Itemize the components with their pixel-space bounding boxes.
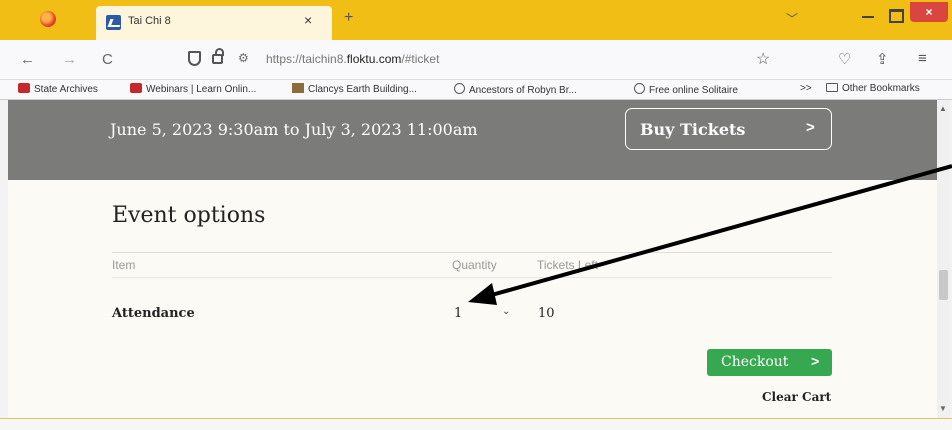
bookmark-star-icon[interactable]: ☆ (756, 49, 770, 69)
header-divider (112, 252, 832, 253)
site-favicon-icon (106, 15, 121, 30)
bookmarks-overflow-button[interactable]: >> (800, 83, 812, 94)
event-options-title: Event options (112, 203, 266, 228)
column-header-tickets-left: Tickets Left (537, 258, 598, 272)
globe-icon (634, 83, 645, 94)
bookmark-item[interactable]: Webinars | Learn Onlin... (130, 83, 256, 95)
tickets-left-value: 10 (538, 306, 555, 321)
event-date-range: June 5, 2023 9:30am to July 3, 2023 11:0… (110, 120, 478, 139)
window-close-button[interactable]: × (910, 2, 948, 22)
buy-tickets-label: Buy Tickets (640, 120, 746, 139)
page-scrollbar[interactable]: ▲ ▼ (937, 100, 950, 418)
checkout-button[interactable]: Checkout > (707, 349, 832, 376)
row-divider (112, 277, 832, 278)
ticket-item-name: Attendance (112, 306, 195, 321)
other-bookmarks[interactable]: Other Bookmarks (826, 83, 920, 94)
firefox-logo-icon[interactable] (40, 11, 56, 27)
forward-icon[interactable]: → (62, 51, 77, 68)
globe-icon (454, 83, 465, 94)
scroll-up-icon[interactable]: ▲ (939, 104, 947, 113)
url-text[interactable]: https://taichin8.floktu.com/#ticket (266, 52, 439, 66)
minimize-icon[interactable] (856, 6, 880, 22)
tab-title: Tai Chi 8 (128, 15, 171, 27)
scroll-thumb[interactable] (939, 270, 948, 300)
url-bar[interactable]: ⚙ https://taichin8.floktu.com/#ticket ☆ (170, 45, 792, 75)
new-tab-button[interactable]: + (344, 9, 353, 27)
tab-tai-chi[interactable]: Tai Chi 8 × (96, 6, 332, 40)
menu-icon[interactable]: ≡ (918, 50, 927, 67)
column-header-quantity: Quantity (452, 258, 497, 272)
navigation-bar: ← → C ⚙ https://taichin8.floktu.com/#tic… (0, 40, 952, 80)
lock-icon[interactable] (212, 48, 224, 64)
bookmark-item[interactable]: Free online Solitaire (634, 83, 738, 96)
chevron-right-icon: > (806, 119, 815, 136)
bookmark-item[interactable]: State Archives (18, 83, 98, 95)
tab-strip: Tai Chi 8 × + ﹀ × (0, 0, 952, 40)
nsw-logo-icon (18, 83, 30, 93)
tracking-shield-icon[interactable] (188, 51, 201, 66)
chevron-right-icon: > (811, 353, 820, 369)
column-header-item: Item (112, 258, 136, 272)
reload-icon[interactable]: C (102, 51, 113, 68)
pocket-icon[interactable]: ♡ (838, 50, 851, 68)
permissions-icon[interactable]: ⚙ (238, 51, 249, 65)
site-image-icon (292, 83, 304, 93)
nsw-logo-icon (130, 83, 142, 93)
folder-icon (826, 83, 838, 92)
buy-tickets-button[interactable]: Buy Tickets > (625, 108, 832, 150)
bookmarks-bar: State Archives Webinars | Learn Onlin...… (0, 80, 952, 100)
checkout-label: Checkout (721, 354, 789, 370)
page-content: June 5, 2023 9:30am to July 3, 2023 11:0… (8, 100, 937, 418)
back-icon[interactable]: ← (20, 51, 35, 68)
chevron-down-icon: ⌄ (502, 306, 511, 317)
scroll-down-icon[interactable]: ▼ (939, 404, 947, 413)
share-icon[interactable]: ⇪ (876, 50, 889, 68)
tab-close-icon[interactable]: × (304, 12, 312, 28)
clear-cart-link[interactable]: Clear Cart (762, 390, 831, 404)
event-hero-banner: June 5, 2023 9:30am to July 3, 2023 11:0… (8, 100, 937, 180)
maximize-icon[interactable] (884, 6, 906, 23)
bookmark-item[interactable]: Clancys Earth Building... (292, 83, 417, 95)
list-tabs-chevron-icon[interactable]: ﹀ (786, 10, 798, 27)
bottom-strip (0, 418, 952, 430)
bookmark-item[interactable]: Ancestors of Robyn Br... (454, 83, 577, 96)
quantity-select[interactable]: 1 ⌄ (450, 301, 520, 325)
quantity-value: 1 (454, 306, 463, 321)
